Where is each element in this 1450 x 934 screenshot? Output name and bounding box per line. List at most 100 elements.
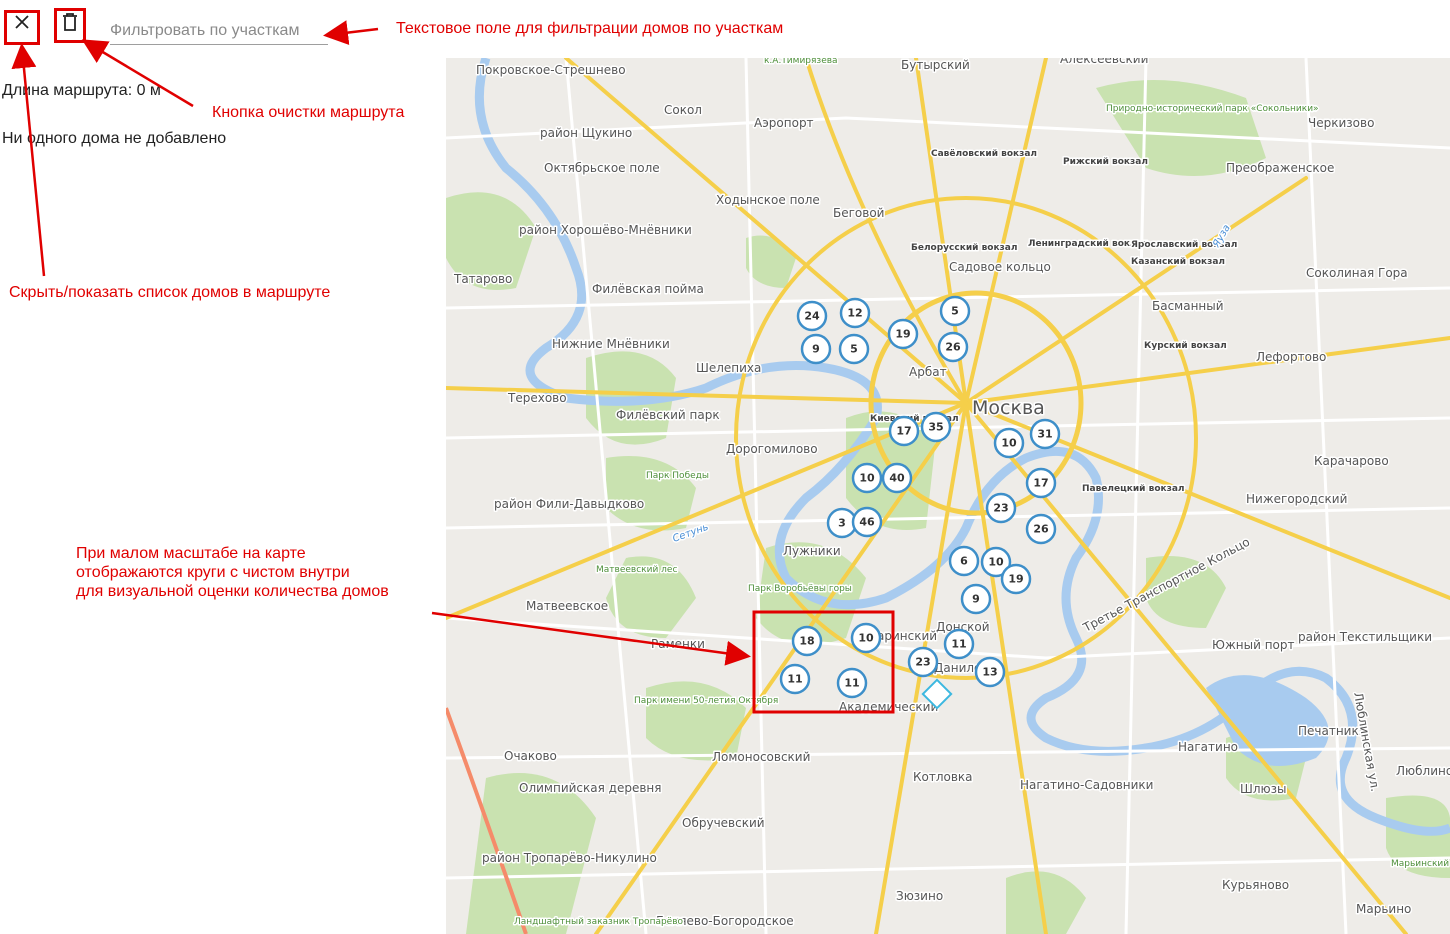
place-label: Шелепиха [696,361,761,375]
cluster-marker[interactable]: 17 [888,415,920,447]
place-label: Марьинский парк [1391,859,1450,869]
cluster-marker[interactable]: 12 [839,297,871,329]
cluster-count: 17 [1033,477,1048,490]
close-button-highlight [4,10,40,45]
cluster-marker[interactable]: 11 [836,667,868,699]
cluster-count: 10 [859,472,875,485]
place-label: Лефортово [1256,350,1326,364]
cluster-marker[interactable]: 26 [1025,513,1057,545]
cluster-marker[interactable]: 23 [907,646,939,678]
place-label: Бутырский [901,58,970,72]
cluster-marker[interactable]: 23 [985,492,1017,524]
place-label: Ландшафтный заказник Тропарёво [514,917,684,927]
place-label: Арбат [909,365,947,379]
cluster-marker[interactable]: 6 [948,545,980,577]
cluster-count: 10 [988,556,1004,569]
cluster-marker[interactable]: 11 [779,663,811,695]
cluster-marker[interactable]: 35 [920,411,952,443]
place-label: Парк Воробьёвы горы [748,584,852,594]
annotation-clusters-3: для визуальной оценки количества домов [76,583,389,600]
place-label: Нижние Мнёвники [552,337,670,351]
place-label: Татарово [453,272,512,286]
cluster-marker[interactable]: 19 [1000,563,1032,595]
cluster-marker[interactable]: 10 [851,462,883,494]
place-label: Матвеевский лес [596,565,677,575]
cluster-marker[interactable]: 5 [838,333,870,365]
place-label: Природно-исторический парк «Сокольники» [1106,104,1319,114]
cluster-marker[interactable]: 31 [1029,418,1061,450]
cluster-count: 11 [951,638,966,651]
cluster-marker[interactable]: 17 [1025,467,1057,499]
cluster-count: 23 [993,502,1008,515]
cluster-count: 35 [928,421,943,434]
cluster-marker[interactable]: 18 [791,625,823,657]
cluster-count: 19 [895,328,910,341]
cluster-marker[interactable]: 10 [993,427,1025,459]
cluster-marker[interactable]: 9 [960,583,992,615]
cluster-count: 11 [844,677,859,690]
cluster-marker[interactable]: 13 [974,656,1006,688]
place-label: Обручевский [682,816,765,830]
place-label: район Текстильщики [1298,630,1432,644]
route-length: Длина маршрута: 0 м [2,82,161,99]
place-label: Шлюзы [1240,782,1286,796]
city-label: Москва [972,397,1045,419]
cluster-count: 10 [1001,437,1017,450]
place-label: Покровское-Стрешнево [476,63,626,77]
annotation-clusters-2: отображаются круги с чистом внутри [76,564,350,581]
street-label: Люблинская ул. [1351,691,1382,793]
place-label: Павелецкий вокзал [1082,484,1185,494]
filter-input[interactable] [110,18,328,45]
place-label: Ленинградский вокзал [1028,239,1148,249]
cluster-count: 5 [850,343,858,356]
map[interactable]: Покровское-Стрешнево Сокол Бутырский Але… [446,58,1450,934]
cluster-count: 13 [982,666,997,679]
cluster-marker[interactable]: 26 [937,331,969,363]
cluster-count: 9 [812,343,820,356]
place-label: Лужники [783,544,841,558]
place-label: Печатники [1298,724,1367,738]
place-label: Карачарово [1314,454,1389,468]
place-label: Матвеевское [526,599,608,613]
place-label: Марьино [1356,902,1411,916]
place-label: Савёловский вокзал [931,149,1037,159]
cluster-count: 24 [804,310,820,323]
cluster-marker[interactable]: 5 [939,295,971,327]
place-label: Нагатино-Садовники [1020,778,1153,792]
cluster-count: 12 [847,307,862,320]
cluster-count: 31 [1037,428,1052,441]
place-label: Олимпийская деревня [519,781,661,795]
cluster-count: 17 [896,425,911,438]
cluster-marker[interactable]: 40 [881,462,913,494]
place-label: Аэропорт [754,116,814,130]
place-label: Басманный [1152,299,1224,313]
map-canvas: Покровское-Стрешнево Сокол Бутырский Але… [446,58,1450,934]
cluster-marker[interactable]: 9 [800,333,832,365]
place-label: Парк Победы [646,471,709,481]
place-label: Соколиная Гора [1306,266,1408,280]
cluster-marker[interactable]: 24 [796,300,828,332]
place-label: Курский вокзал [1144,341,1227,351]
place-label: Курьяново [1222,878,1289,892]
place-label: Сокол [664,103,702,117]
place-label: Южный порт [1212,638,1295,652]
cluster-count: 40 [889,472,905,485]
cluster-marker[interactable]: 10 [850,622,882,654]
place-label: район Щукино [540,126,632,140]
place-label: Рижский вокзал [1063,157,1148,167]
place-label: район Тропарёво-Никулино [482,851,657,865]
cluster-marker[interactable]: 11 [943,628,975,660]
cluster-count: 19 [1008,573,1023,586]
place-label: Преображенское [1226,161,1334,175]
cluster-marker[interactable]: 46 [851,506,883,538]
annotation-filter: Текстовое поле для фильтрации домов по у… [396,20,784,37]
place-label: Парк имени 50-летия Октября [634,696,778,706]
place-label: Раменки [651,637,705,651]
place-label: Филёвский парк [616,408,720,422]
place-label: Казанский вокзал [1131,257,1225,267]
place-label: Зюзино [896,889,943,903]
cluster-marker[interactable]: 19 [887,318,919,350]
cluster-count: 3 [838,517,846,530]
place-label: Люблино [1396,764,1450,778]
place-label: Октябрьское поле [544,161,660,175]
